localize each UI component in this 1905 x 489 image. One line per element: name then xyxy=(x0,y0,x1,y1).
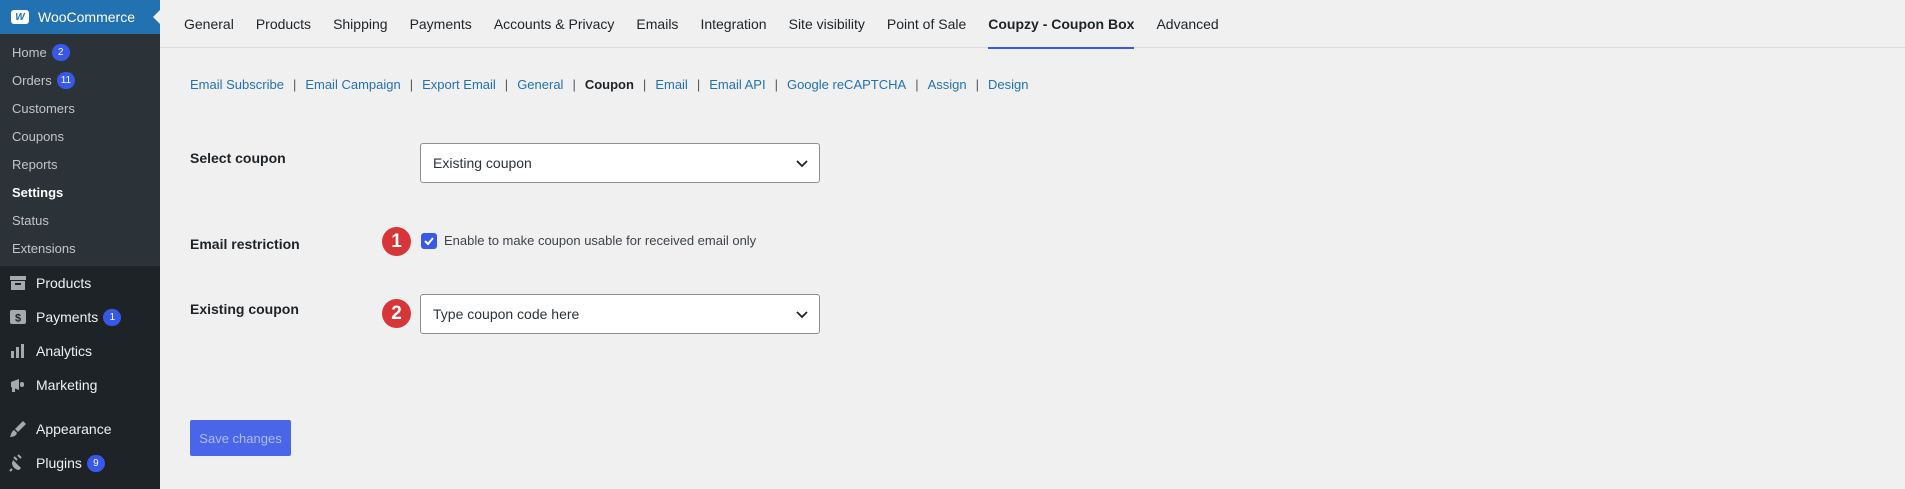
menu-separator xyxy=(0,402,160,412)
menu-label: Analytics xyxy=(36,343,93,359)
sidebar-item-products[interactable]: Products xyxy=(0,266,160,300)
tab-emails[interactable]: Emails xyxy=(636,0,678,48)
menu-label: Marketing xyxy=(36,377,98,393)
sublink-design[interactable]: Design xyxy=(988,77,1028,92)
tab-advanced[interactable]: Advanced xyxy=(1156,0,1218,48)
submenu-label: Status xyxy=(12,212,49,228)
submenu-item-coupons[interactable]: Coupons xyxy=(0,122,160,150)
sublink-separator: | xyxy=(774,77,778,92)
submenu-item-home[interactable]: Home 2 xyxy=(0,38,160,66)
submenu-item-settings[interactable]: Settings xyxy=(0,178,160,206)
sidebar-item-label: WooCommerce xyxy=(38,9,135,25)
chevron-down-icon xyxy=(796,311,808,319)
section-sublinks: Email Subscribe | Email Campaign | Export … xyxy=(190,77,1028,92)
sublink-email-api[interactable]: Email API xyxy=(709,77,765,92)
tab-shipping[interactable]: Shipping xyxy=(333,0,388,48)
select-coupon-label: Select coupon xyxy=(190,150,286,166)
tab-point-of-sale[interactable]: Point of Sale xyxy=(887,0,966,48)
sidebar-item-woocommerce[interactable]: W WooCommerce xyxy=(0,0,161,34)
sublink-coupon-current: Coupon xyxy=(584,77,634,92)
sidebar-item-marketing[interactable]: Marketing xyxy=(0,368,160,402)
existing-coupon-label: Existing coupon xyxy=(190,301,299,317)
email-restriction-checkbox[interactable] xyxy=(421,233,437,249)
submenu-item-customers[interactable]: Customers xyxy=(0,94,160,122)
sublink-general[interactable]: General xyxy=(517,77,563,92)
plug-icon xyxy=(9,454,27,472)
paintbrush-icon xyxy=(9,420,27,438)
step-marker-1: 1 xyxy=(382,227,411,256)
megaphone-icon xyxy=(9,376,27,394)
count-badge: 11 xyxy=(56,71,76,89)
submenu-label: Home xyxy=(12,44,47,60)
menu-label: Appearance xyxy=(36,421,112,437)
submenu-item-reports[interactable]: Reports xyxy=(0,150,160,178)
checkmark-icon xyxy=(424,237,434,246)
sublink-separator: | xyxy=(292,77,297,92)
settings-tabs: General Products Shipping Payments Accou… xyxy=(160,0,1905,49)
email-restriction-label: Email restriction xyxy=(190,236,300,252)
menu-label: Plugins xyxy=(36,455,82,471)
count-badge: 1 xyxy=(103,308,122,326)
tab-products[interactable]: Products xyxy=(256,0,311,48)
sublink-email[interactable]: Email xyxy=(655,77,688,92)
menu-label: Products xyxy=(36,275,92,291)
sublink-email-campaign[interactable]: Email Campaign xyxy=(305,77,400,92)
submenu-item-extensions[interactable]: Extensions xyxy=(0,234,160,262)
submenu-item-status[interactable]: Status xyxy=(0,206,160,234)
submenu-label: Orders xyxy=(12,72,52,88)
sublink-separator: | xyxy=(696,77,701,92)
sublink-email-subscribe[interactable]: Email Subscribe xyxy=(190,77,284,92)
sublink-assign[interactable]: Assign xyxy=(928,77,967,92)
tab-site-visibility[interactable]: Site visibility xyxy=(789,0,865,48)
submenu-label: Coupons xyxy=(12,128,65,144)
tab-integration[interactable]: Integration xyxy=(700,0,766,48)
save-changes-button[interactable]: Save changes xyxy=(190,420,291,456)
archive-icon xyxy=(9,274,27,292)
select-coupon-dropdown[interactable]: Existing coupon xyxy=(420,143,820,183)
sublink-separator: | xyxy=(975,77,979,92)
sublink-separator: | xyxy=(504,77,509,92)
email-restriction-checkbox-label[interactable]: Enable to make coupon usable for receive… xyxy=(444,233,756,248)
submenu-label: Reports xyxy=(12,156,58,172)
dollar-icon: $ xyxy=(9,308,27,326)
tab-accounts-privacy[interactable]: Accounts & Privacy xyxy=(494,0,615,48)
sublink-separator: | xyxy=(915,77,919,92)
sublink-separator: | xyxy=(572,77,576,92)
tab-payments[interactable]: Payments xyxy=(410,0,472,48)
count-badge: 2 xyxy=(51,43,70,61)
existing-coupon-placeholder: Type coupon code here xyxy=(433,306,580,322)
sidebar-item-appearance[interactable]: Appearance xyxy=(0,412,160,446)
existing-coupon-search-select[interactable]: Type coupon code here xyxy=(420,294,820,334)
count-badge: 9 xyxy=(86,454,105,472)
tab-coupzy-coupon-box[interactable]: Coupzy - Coupon Box xyxy=(988,0,1135,49)
select-coupon-value: Existing coupon xyxy=(433,155,532,171)
woocommerce-submenu: Home 2 Orders 11 Customers Coupons Reports… xyxy=(0,34,160,266)
tab-general[interactable]: General xyxy=(184,0,234,48)
sublink-separator: | xyxy=(642,77,647,92)
sidebar-item-plugins[interactable]: Plugins 9 xyxy=(0,446,160,480)
sublink-export-email[interactable]: Export Email xyxy=(422,77,496,92)
sublink-separator: | xyxy=(409,77,414,92)
sidebar-item-analytics[interactable]: Analytics xyxy=(0,334,160,368)
submenu-label: Settings xyxy=(12,184,64,200)
submenu-label: Customers xyxy=(12,100,75,116)
step-marker-2: 2 xyxy=(382,299,411,328)
woocommerce-icon: W xyxy=(11,10,29,24)
sidebar-item-payments[interactable]: $ Payments 1 xyxy=(0,300,160,334)
submenu-label: Extensions xyxy=(12,240,76,256)
menu-label: Payments xyxy=(36,309,99,325)
sublink-google-recaptcha[interactable]: Google reCAPTCHA xyxy=(787,77,906,92)
chevron-down-icon xyxy=(796,160,808,168)
svg-text:$: $ xyxy=(15,313,21,325)
submenu-item-orders[interactable]: Orders 11 xyxy=(0,66,160,94)
admin-sidebar: W WooCommerce Home 2 Orders 11 Customers C… xyxy=(0,0,161,489)
bar-chart-icon xyxy=(9,342,27,360)
